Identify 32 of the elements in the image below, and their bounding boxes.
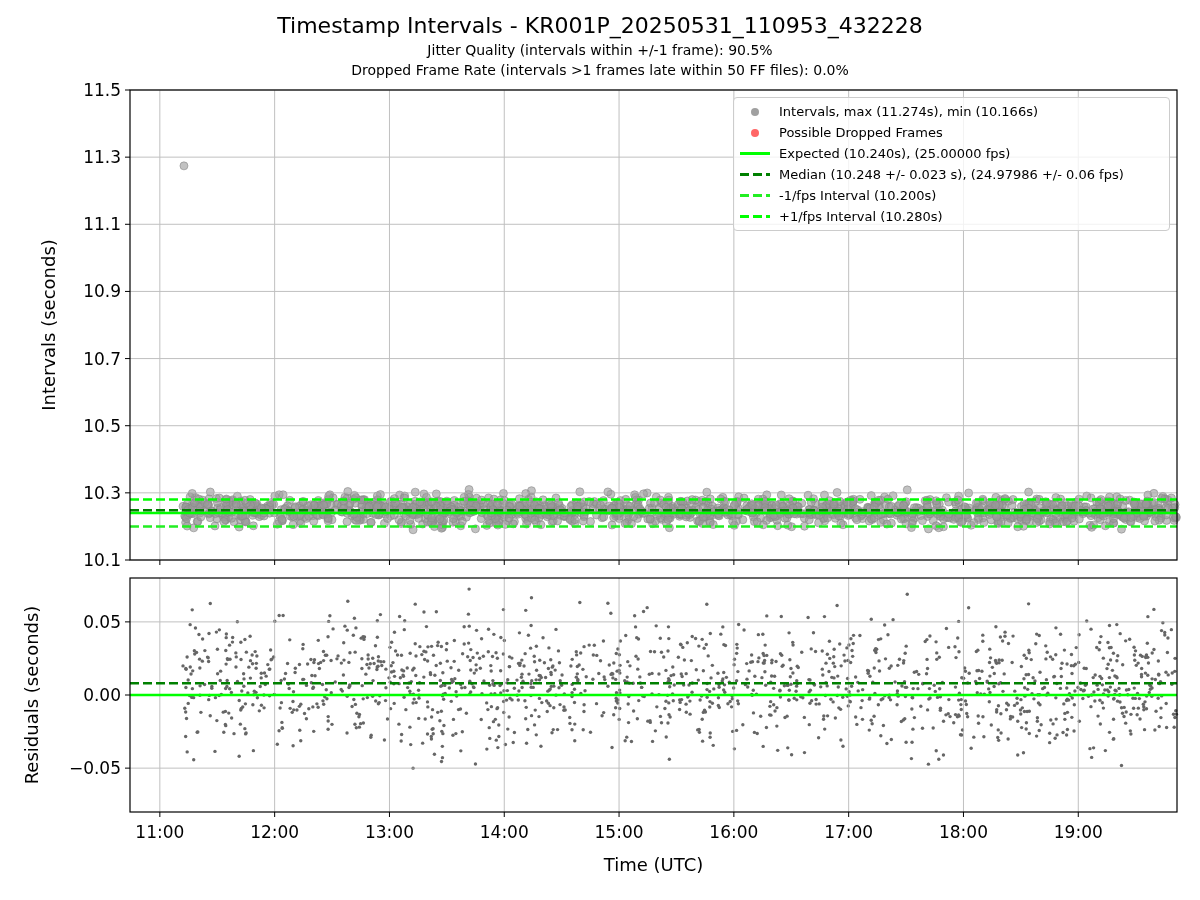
axis-title: Residuals (seconds) (21, 605, 42, 785)
tick-label: 11:00 (135, 822, 185, 842)
tick-label: 10.1 (83, 550, 121, 570)
legend-label: Possible Dropped Frames (779, 123, 943, 142)
tick-label: 10.3 (83, 482, 121, 503)
legend-label: Median (10.248 +/- 0.023 s), (24.97986 +/- 0.06 fps) (779, 165, 1124, 184)
axis-title: Time (UTC) (603, 854, 704, 875)
legend-label: +1/fps Interval (10.280s) (779, 207, 943, 226)
tick-label: 0.05 (83, 611, 121, 632)
chart-subtitle: Jitter Quality (intervals within +/-1 frame): 90.5% (427, 41, 773, 60)
legend-label: -1/fps Interval (10.200s) (779, 186, 937, 205)
tick-label: 11.3 (83, 147, 121, 168)
tick-label: 11.5 (83, 80, 121, 100)
tick-label: 10.7 (83, 348, 121, 369)
tick-label: 18:00 (938, 822, 988, 842)
tick-label: 12:00 (250, 822, 300, 842)
chart-subtitle: Dropped Frame Rate (intervals >1 frames late within 50 FF files): 0.0% (351, 61, 849, 80)
tick-label: 10.9 (83, 281, 121, 302)
axis-title: Intervals (seconds) (38, 239, 59, 411)
tick-label: 19:00 (1053, 822, 1103, 842)
tick-label: 11.1 (83, 214, 121, 235)
tick-label: −0.05 (68, 758, 121, 779)
tick-label: 13:00 (364, 822, 414, 842)
tick-label: 10.5 (83, 415, 121, 436)
tick-label: 17:00 (824, 822, 874, 842)
chart-title: Timestamp Intervals - KR001P_20250531_110953_432228 (277, 12, 923, 40)
legend-label: Intervals, max (11.274s), min (10.166s) (779, 102, 1038, 121)
tick-label: 0.00 (83, 685, 121, 705)
tick-label: 15:00 (594, 822, 644, 842)
legend-label: Expected (10.240s), (25.00000 fps) (779, 144, 1011, 163)
tick-label: 16:00 (709, 822, 759, 842)
tick-label: 14:00 (479, 822, 529, 842)
